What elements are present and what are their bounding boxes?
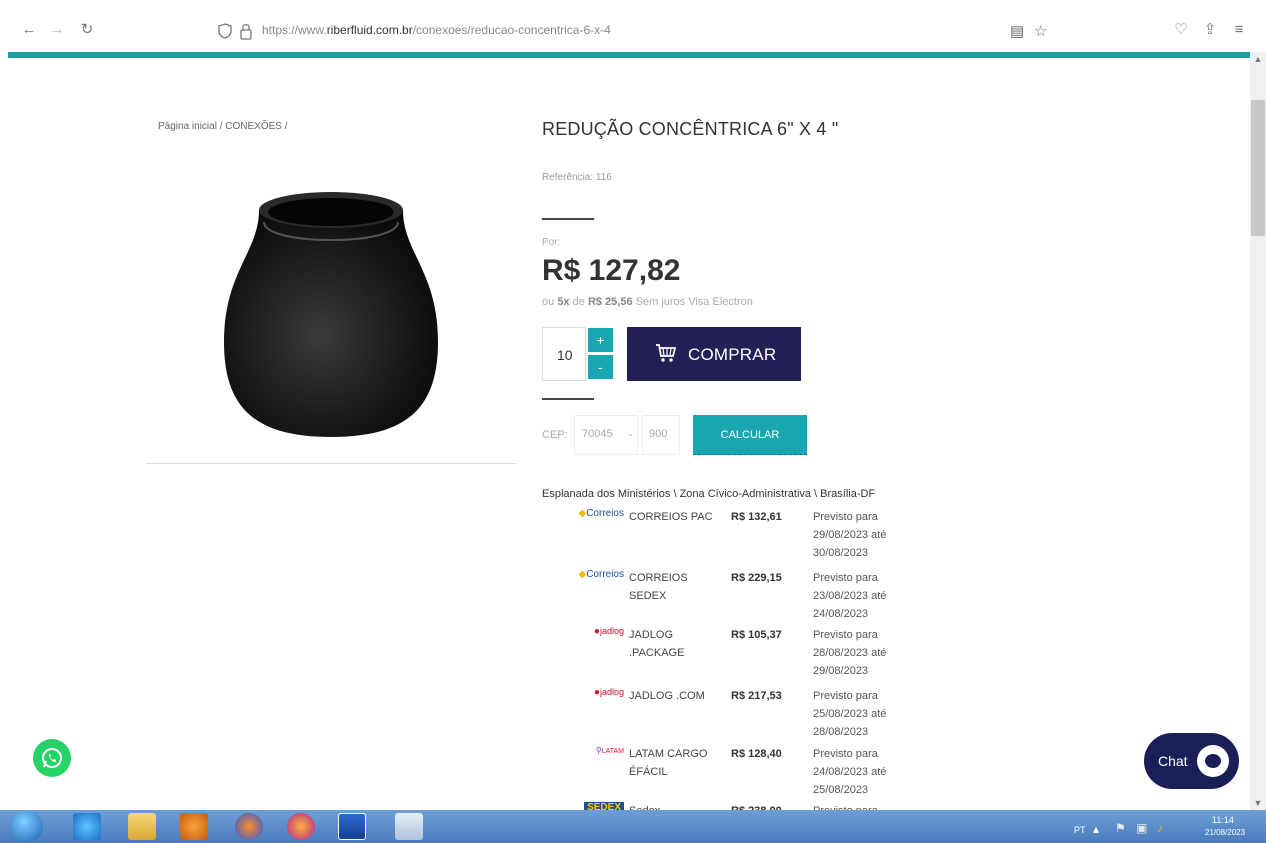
- browser-toolbar: ← → ↻ https://www.riberfluid.com.br/cone…: [0, 0, 1266, 55]
- star-icon[interactable]: ☆: [1034, 22, 1047, 40]
- tray-language[interactable]: PT: [1074, 825, 1086, 835]
- tray-date[interactable]: 21/08/2023: [1205, 828, 1245, 837]
- whatsapp-icon: [42, 748, 62, 768]
- notepad-icon[interactable]: [395, 813, 423, 840]
- shipping-option: SEDEX Sedex R$ 238,00 Previsto para: [540, 802, 900, 810]
- breadcrumb-category[interactable]: CONEXÕES: [225, 121, 282, 132]
- product-title: REDUÇÃO CONCÊNTRICA 6" X 4 ": [542, 119, 839, 139]
- shipping-option-eta: Previsto para 24/08/2023 até 25/08/2023: [813, 748, 887, 796]
- scroll-down-arrow-icon[interactable]: ▼: [1250, 796, 1266, 810]
- media-player-icon[interactable]: [180, 813, 208, 840]
- shipping-option-name: CORREIOS SEDEX: [629, 572, 688, 602]
- tray-volume-icon[interactable]: ♪: [1157, 821, 1163, 835]
- cep-input-part2[interactable]: 900: [642, 415, 680, 455]
- latam-logo-icon: ⚲LATAM: [595, 746, 624, 755]
- firefox-nightly-icon[interactable]: [287, 813, 315, 840]
- shipping-option-name: JADLOG .PACKAGE: [629, 629, 685, 659]
- reader-icon[interactable]: ▤: [1010, 22, 1024, 40]
- shipping-option-name: JADLOG .COM: [629, 690, 705, 702]
- quantity-decrease-button[interactable]: -: [588, 355, 613, 379]
- product-price: R$ 127,82: [542, 254, 681, 287]
- lock-icon[interactable]: [239, 22, 253, 40]
- scroll-up-arrow-icon[interactable]: ▲: [1250, 52, 1266, 66]
- quantity-increase-button[interactable]: +: [588, 328, 613, 352]
- buy-button-label: COMPRAR: [688, 345, 777, 364]
- url-domain: riberfluid.com.br: [326, 23, 413, 37]
- shipping-address: Esplanada dos Ministérios \ Zona Cívico-…: [542, 488, 876, 500]
- breadcrumb-separator: /: [219, 121, 223, 132]
- pocket-icon[interactable]: ♡: [1172, 21, 1190, 39]
- tray-time[interactable]: 11:14: [1212, 815, 1234, 825]
- address-bar[interactable]: https://www.riberfluid.com.br/conexoes/r…: [206, 17, 1066, 45]
- chat-button[interactable]: Chat: [1144, 733, 1239, 789]
- shipping-option-price: R$ 132,61: [731, 511, 782, 523]
- shipping-option-name: LATAM CARGO ÉFÁCIL: [629, 748, 708, 778]
- whatsapp-button[interactable]: [33, 739, 71, 777]
- cep-dash: -: [629, 429, 633, 441]
- price-label: Por:: [542, 237, 561, 248]
- scrollbar-thumb[interactable]: [1251, 100, 1265, 236]
- shipping-option-name: Sedex: [629, 802, 721, 810]
- tray-network-icon[interactable]: ▣: [1136, 821, 1147, 835]
- image-divider: [146, 463, 516, 464]
- forward-icon[interactable]: →: [48, 21, 66, 39]
- jadlog-logo-icon: ●jadlog: [593, 687, 624, 698]
- quantity-input[interactable]: 10: [542, 327, 586, 381]
- breadcrumb-separator: /: [284, 121, 288, 132]
- shipping-option-eta: Previsto para 29/08/2023 até 30/08/2023: [813, 511, 887, 559]
- shipping-option-price: R$ 128,40: [731, 748, 782, 760]
- header-accent-line: [8, 52, 1250, 58]
- internet-explorer-icon[interactable]: [73, 813, 101, 840]
- tray-up-arrow-icon[interactable]: ▴: [1093, 822, 1099, 836]
- file-explorer-icon[interactable]: [128, 813, 156, 840]
- url-text[interactable]: https://www.riberfluid.com.br/conexoes/r…: [262, 23, 611, 37]
- shipping-option-price: R$ 217,53: [731, 690, 782, 702]
- installments-value: R$ 25,56: [587, 296, 633, 308]
- installments-text: ou 5x de R$ 25,56 Sem juros Visa Electro…: [542, 296, 753, 308]
- url-path: /conexoes/reducao-concentrica-6-x-4: [412, 23, 611, 37]
- back-icon[interactable]: ←: [20, 21, 38, 39]
- shield-icon[interactable]: [218, 23, 232, 39]
- shipping-option-price: R$ 105,37: [731, 629, 782, 641]
- shipping-option-price: R$ 238,00: [731, 802, 782, 810]
- start-button[interactable]: [11, 811, 43, 842]
- cep-label: CEP:: [542, 429, 568, 441]
- shipping-option-eta: Previsto para 25/08/2023 até 28/08/2023: [813, 690, 887, 738]
- tray-flag-icon[interactable]: ⚑: [1115, 821, 1126, 835]
- calculate-shipping-button[interactable]: CALCULAR: [693, 415, 807, 455]
- cart-icon: [656, 344, 677, 362]
- divider: [542, 218, 594, 220]
- product-reference: Referência: 116: [542, 172, 612, 183]
- shipping-option-eta: Previsto para: [813, 802, 900, 810]
- installments-suffix: Sem juros Visa Electron: [635, 296, 753, 308]
- shipping-option-name: CORREIOS PAC: [629, 511, 713, 523]
- buy-button[interactable]: COMPRAR: [627, 327, 801, 381]
- shipping-option-eta: Previsto para 23/08/2023 até 24/08/2023: [813, 572, 887, 620]
- quantity-value: 10: [557, 347, 573, 363]
- shipping-option-eta: Previsto para 28/08/2023 até 29/08/2023: [813, 629, 887, 677]
- reload-icon[interactable]: ↻: [78, 21, 96, 39]
- installments-count: 5x: [557, 296, 570, 308]
- product-image[interactable]: [214, 182, 448, 442]
- correios-logo-icon: ◆Correios: [578, 508, 625, 519]
- installments-de: de: [572, 296, 585, 308]
- installments-prefix: ou: [542, 296, 555, 308]
- share-icon[interactable]: ⇪: [1201, 21, 1219, 39]
- jadlog-logo-icon: ●jadlog: [593, 626, 624, 637]
- url-prefix: https://www.: [262, 23, 327, 37]
- divider: [542, 398, 594, 400]
- sedex-logo-icon: SEDEX: [584, 802, 624, 810]
- breadcrumb-home[interactable]: Página inicial: [158, 121, 217, 132]
- word-icon[interactable]: [338, 813, 366, 840]
- shipping-option-price: R$ 229,15: [731, 572, 782, 584]
- breadcrumb: Página inicial / CONEXÕES /: [158, 121, 288, 132]
- chat-label: Chat: [1158, 753, 1188, 769]
- menu-icon[interactable]: ≡: [1230, 21, 1248, 39]
- correios-logo-icon: ◆Correios: [578, 569, 625, 580]
- chat-bubble-icon: [1197, 745, 1229, 777]
- firefox-icon[interactable]: [235, 813, 263, 840]
